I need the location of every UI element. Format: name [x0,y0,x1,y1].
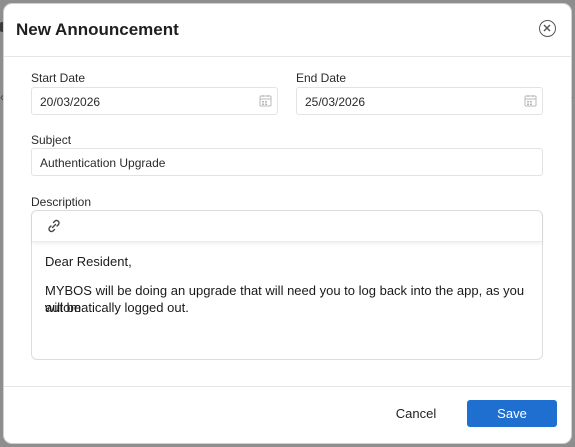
save-button[interactable]: Save [467,400,557,427]
calendar-icon[interactable] [259,94,272,107]
link-icon[interactable] [46,218,62,234]
description-editor[interactable]: Dear Resident, MYBOS will be doing an up… [31,210,543,360]
cancel-button[interactable]: Cancel [380,401,452,427]
close-button[interactable] [539,20,556,37]
modal-header: New Announcement [4,4,571,57]
subject-value: Authentication Upgrade [40,156,166,170]
modal-title: New Announcement [16,20,179,39]
description-body-line-2: automatically logged out. [45,300,189,315]
subject-label: Subject [31,133,72,147]
editor-toolbar [32,211,542,242]
start-date-field[interactable]: 20/03/2026 [31,87,278,115]
end-date-value: 25/03/2026 [305,95,366,109]
end-date-field[interactable]: 25/03/2026 [296,87,543,115]
description-label: Description [31,195,92,209]
announcement-modal: New Announcement Start Date 20/03/2026 E… [4,4,571,443]
calendar-icon[interactable] [524,94,537,107]
modal-footer: Cancel Save [4,386,571,443]
end-date-label: End Date [296,71,347,85]
close-icon [543,24,551,32]
start-date-value: 20/03/2026 [40,95,101,109]
start-date-label: Start Date [31,71,86,85]
description-greeting: Dear Resident, [45,254,132,269]
subject-field[interactable]: Authentication Upgrade [31,148,543,176]
